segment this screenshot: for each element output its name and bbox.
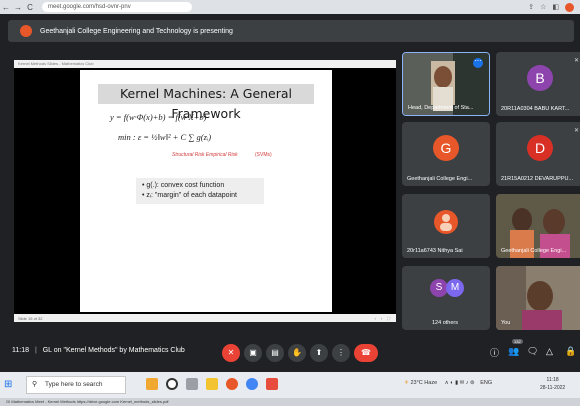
slide: Kernel Machines: A General Framework y =… [80, 70, 332, 312]
slide-counter: Slide 15 of 32 [18, 315, 43, 321]
windows-start-icon[interactable]: ⊞ [4, 379, 16, 391]
clock-time: 11:18 [546, 377, 559, 383]
camera-button[interactable]: ▣ [244, 344, 262, 362]
presentation-area[interactable]: Kernel Methods Slides - Mathematics Club… [14, 60, 396, 322]
clock[interactable]: 11:18 28-11-2022 [540, 376, 565, 392]
chat-icon[interactable]: 🗨 [527, 346, 538, 357]
browser-toolbar: ← → C meet.google.com/hsd-ovnr-pnv ⇪ ☆ ◧ [0, 0, 580, 14]
participant-name: Head, Department of Sta... [408, 105, 474, 111]
participant-count-badge: 132 [512, 339, 523, 344]
store-icon[interactable] [266, 378, 278, 390]
address-bar[interactable]: meet.google.com/hsd-ovnr-pnv [42, 2, 192, 12]
equation-1: y = f(w·Φ(x)+b) = f(w·X+b) [110, 112, 207, 122]
participant-name: Geethanjali College Engi... [501, 248, 567, 254]
search-icon: ⚲ [32, 381, 38, 388]
reload-icon[interactable]: C [24, 3, 36, 12]
people-icon[interactable]: 👥 [508, 346, 519, 357]
file-explorer-icon[interactable] [206, 378, 218, 390]
screen: ← → C meet.google.com/hsd-ovnr-pnv ⇪ ☆ ◧… [0, 0, 580, 406]
back-icon[interactable]: ← [0, 3, 12, 12]
participant-name: 21R15A0212 DEVARUPPU... [501, 176, 574, 182]
participant-tile[interactable]: S M 124 others [402, 266, 490, 330]
tray-icons[interactable]: ∧ ◐ ▮ ✉ ♪ ⊚ [445, 380, 475, 386]
prev-slide-icon[interactable]: ‹ [375, 316, 376, 321]
participant-tile[interactable]: ✕ 20r11a6743 Nithya Sai [402, 194, 490, 258]
lock-icon[interactable]: 🔒 [565, 346, 576, 357]
bullet-item: • zᵢ: "margin" of each datapoint [142, 192, 237, 199]
search-placeholder: Type here to search [45, 381, 103, 388]
participant-name: 20R11A0304 BABU KART... [501, 106, 570, 112]
system-tray: ☀ 23°C Haze ∧ ◐ ▮ ✉ ♪ ⊚ ENG [404, 380, 492, 386]
risk-label: Structural Risk Empirical Risk [172, 152, 238, 158]
avatar: M [446, 279, 464, 297]
self-tile[interactable]: You [496, 266, 580, 330]
widgets-icon[interactable] [186, 378, 198, 390]
presenting-banner: Geethanjali College Engineering and Tech… [8, 20, 574, 42]
mic-off-icon: ✕ [573, 58, 579, 64]
presentation-footer: Slide 15 of 32 ‹ › ⛶ [14, 314, 396, 322]
participant-tile[interactable]: ⋯ Head, Department of Sta... [402, 52, 490, 116]
slide-controls: ‹ › ⛶ [375, 316, 397, 321]
slide-toolbar: Kernel Methods Slides - Mathematics Club [14, 60, 396, 68]
tab-strip[interactable]: GI Mathematics Meet - Kernel Methods htt… [0, 398, 580, 406]
bullet-box: • g(.): convex cost function • zᵢ: "marg… [136, 178, 264, 204]
participant-tile[interactable]: G Geethanjali College Engi... [402, 122, 490, 186]
mic-off-icon: ✕ [573, 128, 579, 134]
share-icon[interactable]: ⇪ [528, 3, 534, 12]
mic-off-button[interactable]: ✕ [222, 344, 240, 362]
meeting-time: 11:18 [12, 347, 29, 354]
avatar: G [433, 135, 459, 161]
chrome-icon[interactable] [226, 378, 238, 390]
taskbar: ⊞ ⚲ Type here to search ☀ 23°C Haze ∧ ◐ … [0, 372, 580, 398]
browser-extensions: ⇪ ☆ ◧ [528, 2, 580, 12]
meeting-info: 11:18 | GL on "Kernel Methods" by Mathem… [12, 347, 185, 354]
activities-icon[interactable]: △ [546, 346, 553, 357]
next-slide-icon[interactable]: › [381, 316, 382, 321]
meeting-title: GL on "Kernel Methods" by Mathematics Cl… [42, 347, 185, 354]
raise-hand-button[interactable]: ✋ [288, 344, 306, 362]
info-icon[interactable]: ⓘ [490, 346, 499, 359]
meeting-controls-bar: 11:18 | GL on "Kernel Methods" by Mathem… [0, 336, 580, 370]
forward-icon[interactable]: → [12, 3, 24, 12]
equation-2: min : ε = ½‖w‖² + C ∑ g(zᵢ) [118, 132, 212, 142]
more-options-icon[interactable]: ⋯ [473, 58, 483, 68]
weather-text[interactable]: 23°C Haze [410, 380, 437, 386]
svm-label: (SVMs) [255, 152, 272, 158]
star-icon[interactable]: ☆ [540, 3, 546, 12]
people-app-icon[interactable] [146, 378, 158, 390]
language-indicator[interactable]: ENG [480, 380, 492, 386]
captions-button[interactable]: ▤ [266, 344, 284, 362]
avatar: B [527, 65, 553, 91]
extension-icon[interactable]: ◧ [552, 3, 559, 12]
participant-tile[interactable]: ✕ D 21R15A0212 DEVARUPPU... [496, 122, 580, 186]
participant-tile[interactable]: ✕ B 20R11A0304 BABU KART... [496, 52, 580, 116]
task-view-icon[interactable] [166, 378, 178, 390]
taskbar-search[interactable]: ⚲ Type here to search [26, 376, 126, 394]
participant-name: 20r11a6743 Nithya Sai [407, 248, 463, 254]
slide-title-box: Kernel Machines: A General Framework [98, 84, 314, 121]
fullscreen-icon[interactable]: ⛶ [387, 316, 390, 321]
others-count: 124 others [432, 320, 458, 326]
participant-name: Geethanjali College Engi... [407, 176, 473, 182]
weather-icon: ☀ [404, 380, 409, 386]
taskbar-apps [146, 378, 278, 390]
end-call-button[interactable]: ☎ [354, 344, 378, 362]
profile-icon[interactable] [565, 2, 574, 12]
presenting-text: Geethanjali College Engineering and Tech… [40, 27, 233, 35]
presenter-avatar-icon [20, 25, 32, 37]
participant-tile[interactable]: Geethanjali College Engi... [496, 194, 580, 258]
participant-name: You [501, 320, 511, 326]
bullet-item: • g(.): convex cost function [142, 182, 225, 189]
more-options-button[interactable]: ⋮ [332, 344, 350, 362]
edge-icon[interactable] [246, 378, 258, 390]
avatar: D [527, 135, 553, 161]
clock-date: 28-11-2022 [540, 385, 566, 391]
present-button[interactable]: ⬆ [310, 344, 328, 362]
